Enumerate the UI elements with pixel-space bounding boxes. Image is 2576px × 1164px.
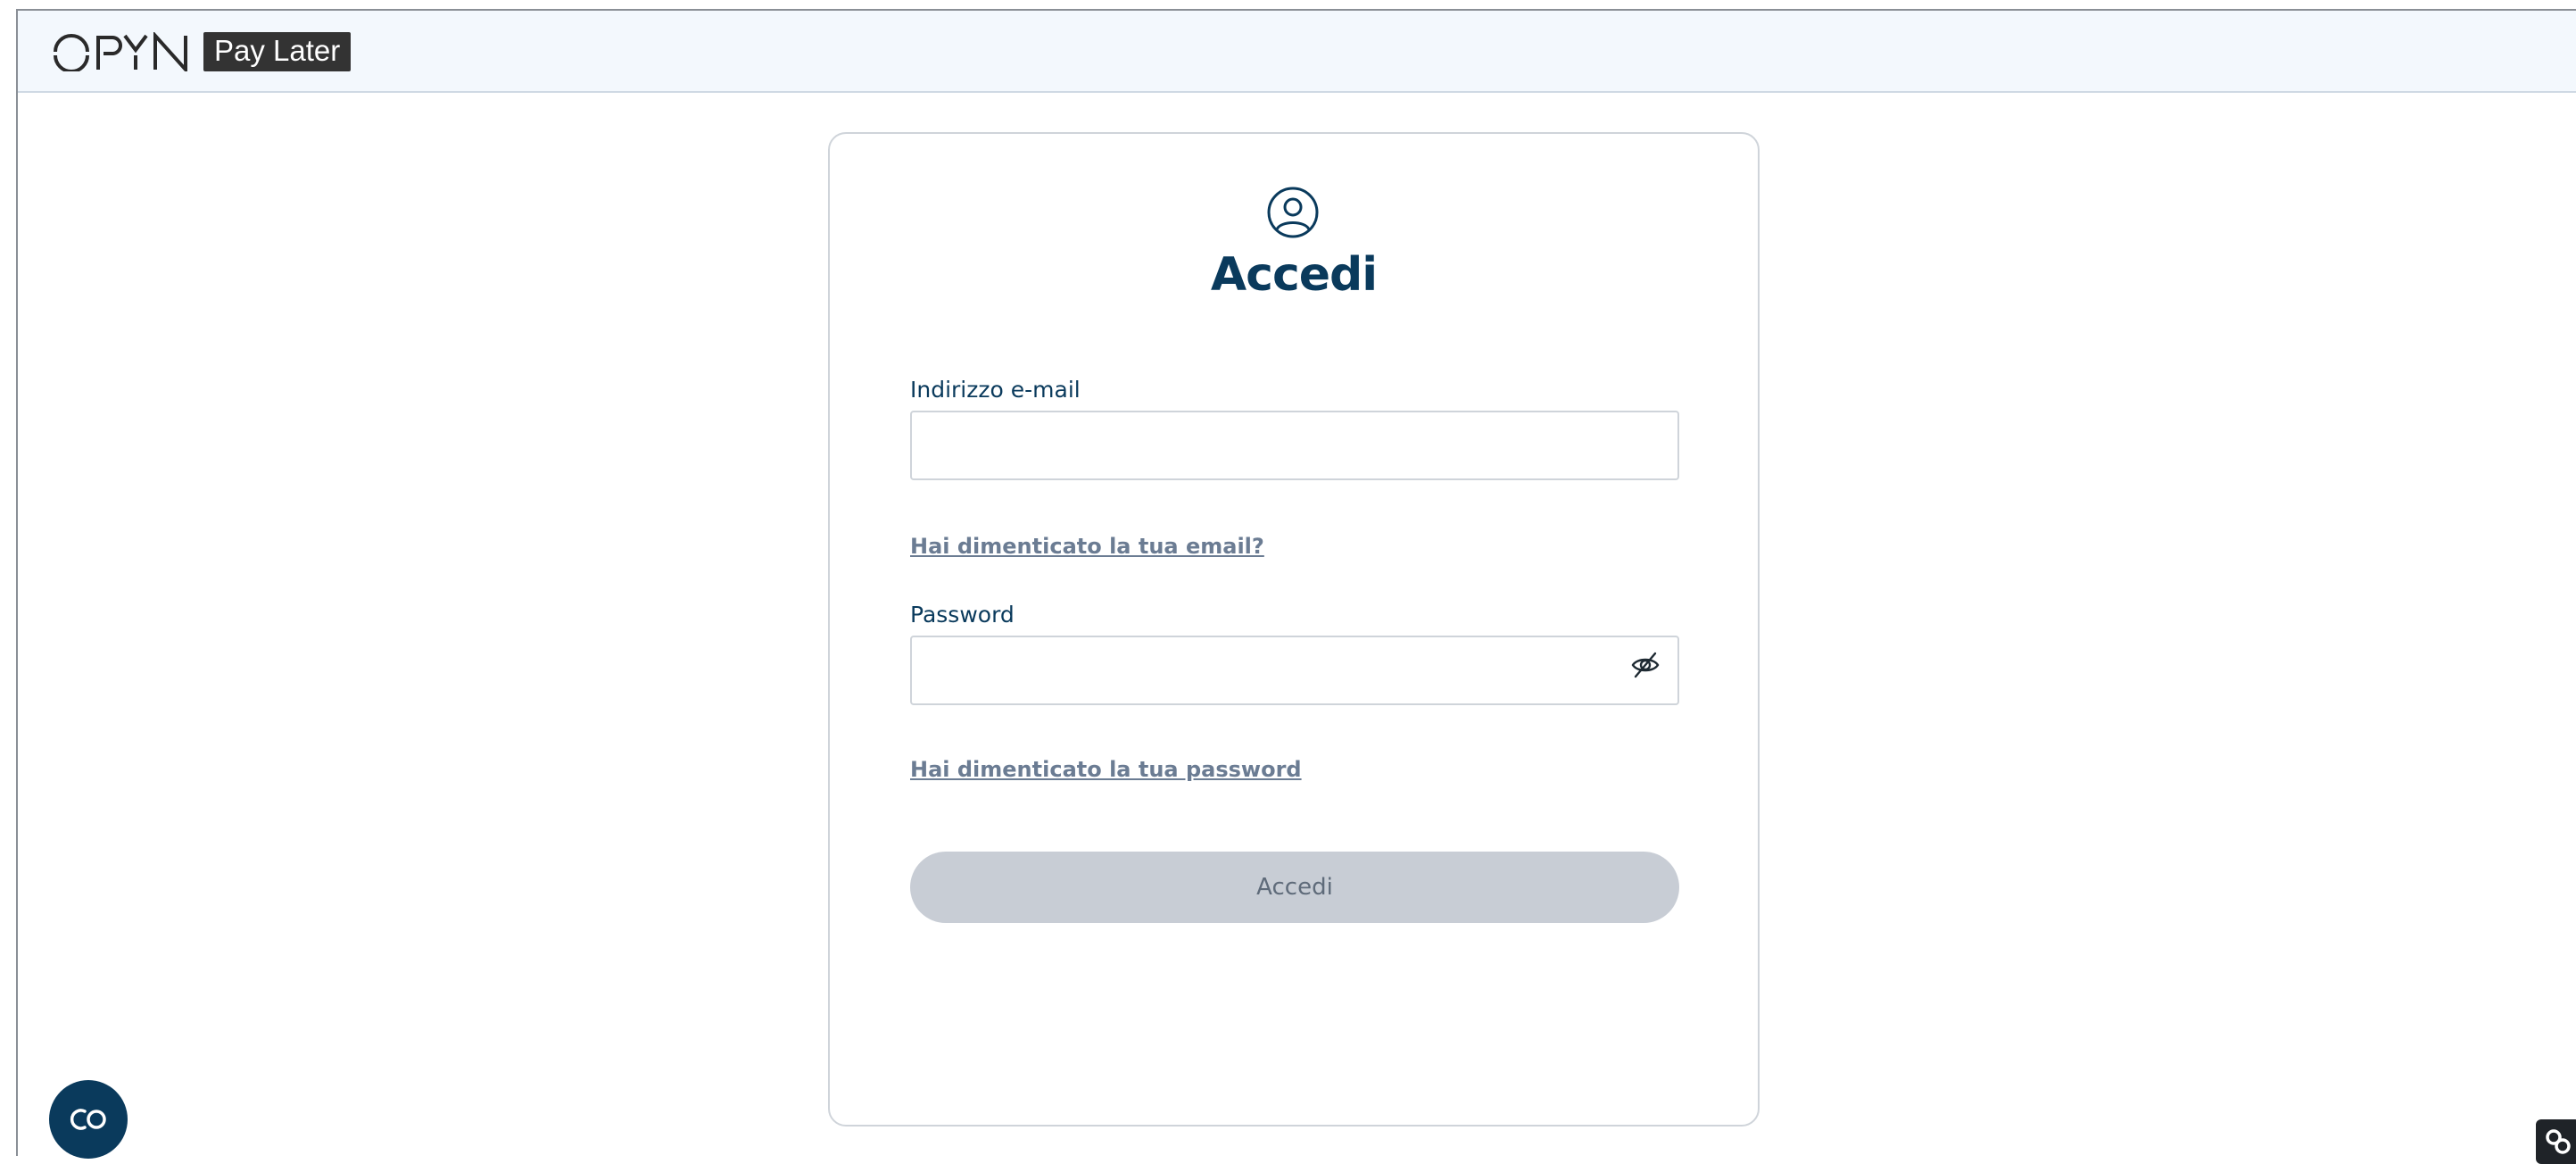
email-label: Indirizzo e-mail xyxy=(910,377,1081,403)
login-card: Accedi Indirizzo e-mail Hai dimenticato … xyxy=(828,132,1760,1127)
opyn-logo[interactable]: Pay Later xyxy=(54,30,352,73)
login-submit-button[interactable]: Accedi xyxy=(910,852,1679,923)
eye-off-icon[interactable] xyxy=(1630,650,1661,680)
password-label: Password xyxy=(910,602,1015,628)
chat-launcher-button[interactable] xyxy=(49,1080,128,1159)
user-circle-icon xyxy=(1267,187,1319,238)
page-title: Accedi xyxy=(1210,248,1378,302)
link-widget-button[interactable] xyxy=(2536,1119,2576,1164)
top-header: Pay Later xyxy=(18,11,2576,93)
chat-bubble-icon xyxy=(70,1109,106,1130)
page-frame: Pay Later Accedi Indirizzo e-mail Hai di… xyxy=(16,9,2576,1164)
opyn-wordmark-icon xyxy=(54,32,187,71)
link-icon xyxy=(2546,1129,2571,1154)
pay-later-badge: Pay Later xyxy=(203,32,352,71)
forgot-email-link[interactable]: Hai dimenticato la tua email? xyxy=(910,534,1264,559)
password-field[interactable] xyxy=(910,636,1679,705)
forgot-password-link[interactable]: Hai dimenticato la tua password xyxy=(910,757,1302,782)
email-field[interactable] xyxy=(910,411,1679,480)
